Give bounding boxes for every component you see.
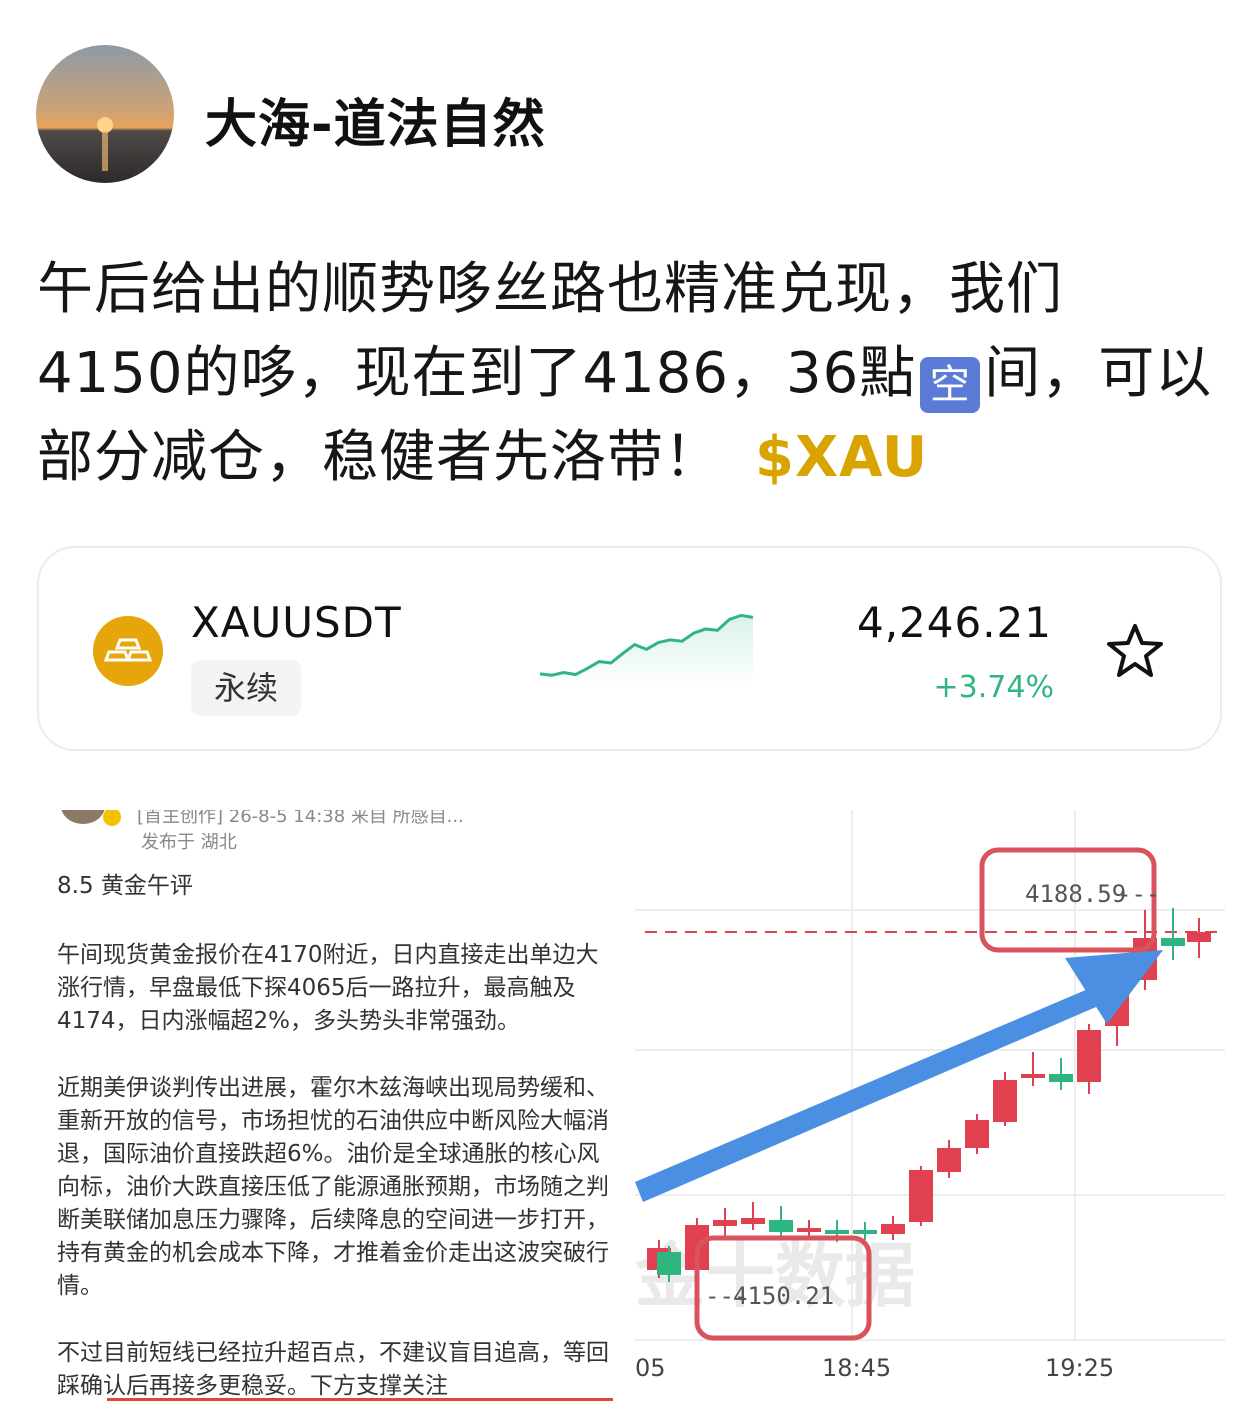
candle-body-11 — [937, 1148, 961, 1172]
sunset-avatar-image — [36, 45, 174, 183]
article-title: 8.5 黄金午评 — [57, 873, 193, 899]
candle-body-20 — [1187, 932, 1211, 942]
favorite-star-icon[interactable] — [1105, 622, 1165, 684]
emoji-kong-icon: 空 — [920, 357, 981, 413]
candle-body-6 — [797, 1228, 821, 1232]
price-sparkline — [539, 613, 754, 688]
candle-body-16 — [1077, 1030, 1101, 1082]
candle-body-14 — [1021, 1074, 1045, 1078]
article-body: 8.5 黄金午评 午间现货黄金报价在4170附近，日内直接走出单边大涨行情，早盘… — [57, 870, 613, 1410]
candle-body-15 — [1049, 1074, 1073, 1082]
ticker-card[interactable]: XAUUSDT 永续 4,246.21 +3.74% — [37, 546, 1222, 751]
highlight-underline — [107, 1398, 613, 1401]
candle-body-13 — [993, 1080, 1017, 1122]
candle-body-4 — [741, 1218, 765, 1224]
verified-badge-icon — [103, 810, 121, 826]
ticker-symbol: XAUUSDT — [191, 598, 402, 647]
candle-body-7 — [825, 1230, 849, 1234]
cashtag-link[interactable]: $XAU — [755, 425, 928, 490]
post-line-3-text: 部分减仓，稳健者先洛带！ — [37, 425, 721, 490]
candle-body-8 — [853, 1230, 877, 1234]
candle-body-9 — [881, 1224, 905, 1234]
low-price-label: 4150.21 — [733, 1282, 834, 1310]
post-text: 午后给出的顺势哆丝路也精准兑现，我们 4150的哆，现在到了4186，36點空间… — [37, 248, 1237, 500]
high-price-label: 4188.59 — [1025, 880, 1126, 908]
high-price-dash: --- — [1117, 880, 1160, 908]
x-label-1: 18:45 — [822, 1354, 891, 1382]
post-line-1: 午后给出的顺势哆丝路也精准兑现，我们 — [37, 257, 1063, 322]
candle-body-12 — [965, 1120, 989, 1148]
article-paragraph-1: 午间现货黄金报价在4170附近，日内直接走出单边大涨行情，早盘最低下探4065后… — [57, 942, 599, 1034]
article-paragraph-2: 近期美伊谈判传出进展，霍尔木兹海峡出现局势缓和、重新开放的信号，市场担忧的石油供… — [57, 1075, 609, 1299]
chart-screenshot[interactable]: 金十数据 4188.59 --- --- 4150.21 05 18:45 19… — [635, 810, 1225, 1410]
post-line-2: 4150的哆，现在到了4186，36點空间，可以 — [37, 332, 1237, 416]
post-line-3: 部分减仓，稳健者先洛带！ $XAU — [37, 416, 1237, 500]
candlestick-chart: 金十数据 4188.59 --- --- 4150.21 05 18:45 19… — [635, 810, 1225, 1382]
candle-body-1 — [657, 1252, 681, 1275]
author-name[interactable]: 大海-道法自然 — [205, 82, 546, 157]
candle-body-10 — [909, 1170, 933, 1222]
article-meta: [首主创作] 26-8-5 14:38 来自 所感自... — [137, 810, 464, 827]
ticker-change: +3.74% — [933, 670, 1054, 705]
candle-body-3 — [713, 1220, 737, 1226]
x-label-2: 19:25 — [1045, 1354, 1114, 1382]
candle-body-19 — [1161, 938, 1185, 946]
candle-body-5 — [769, 1220, 793, 1232]
x-label-0: 05 — [635, 1354, 666, 1382]
article-author-avatar — [61, 810, 105, 824]
article-paragraph-3: 不过目前短线已经拉升超百点，不建议盲目追高，等回踩确认后再接多更稳妥。下方支撑关… — [57, 1340, 609, 1399]
article-location: 发布于 湖北 — [141, 832, 237, 853]
post-line-2-b: 间，可以 — [984, 341, 1213, 406]
ticker-price: 4,246.21 — [856, 598, 1052, 647]
article-screenshot[interactable]: [首主创作] 26-8-5 14:38 来自 所感自... 发布于 湖北 8.5… — [37, 810, 627, 1410]
post-line-2-a: 4150的哆，现在到了4186，36點 — [37, 341, 917, 406]
perpetual-badge: 永续 — [191, 660, 301, 716]
author-avatar[interactable] — [36, 45, 174, 183]
gold-bars-icon — [93, 616, 163, 686]
